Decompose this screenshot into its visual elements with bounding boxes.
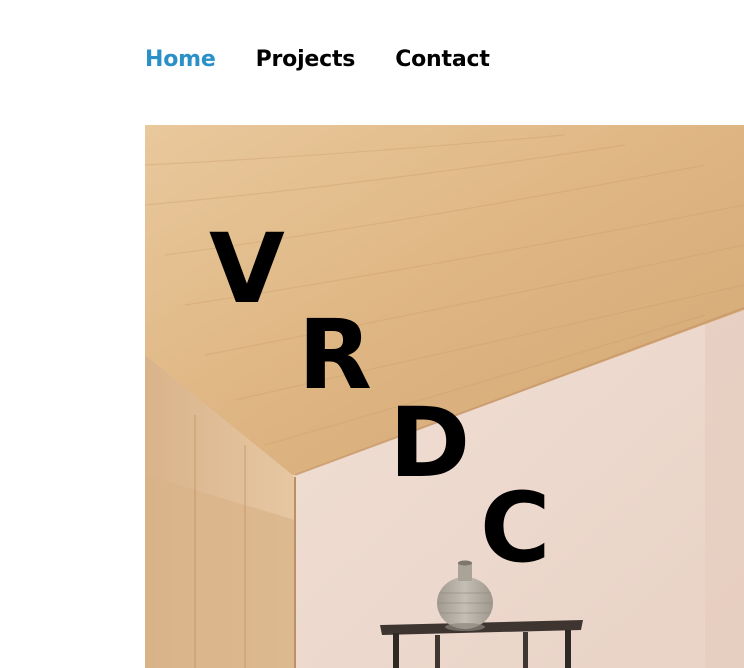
logo-letter-d: D xyxy=(389,387,471,499)
logo-letter-r: R xyxy=(298,299,372,411)
hero-image: V R D C xyxy=(145,125,744,668)
nav-link-projects[interactable]: Projects xyxy=(256,42,356,78)
nav-link-contact[interactable]: Contact xyxy=(395,42,490,78)
main-navigation: Home Projects Contact xyxy=(145,42,490,78)
nav-link-home[interactable]: Home xyxy=(145,42,216,78)
logo-letter-v: V xyxy=(209,213,285,325)
logo-letter-c: C xyxy=(480,472,551,584)
